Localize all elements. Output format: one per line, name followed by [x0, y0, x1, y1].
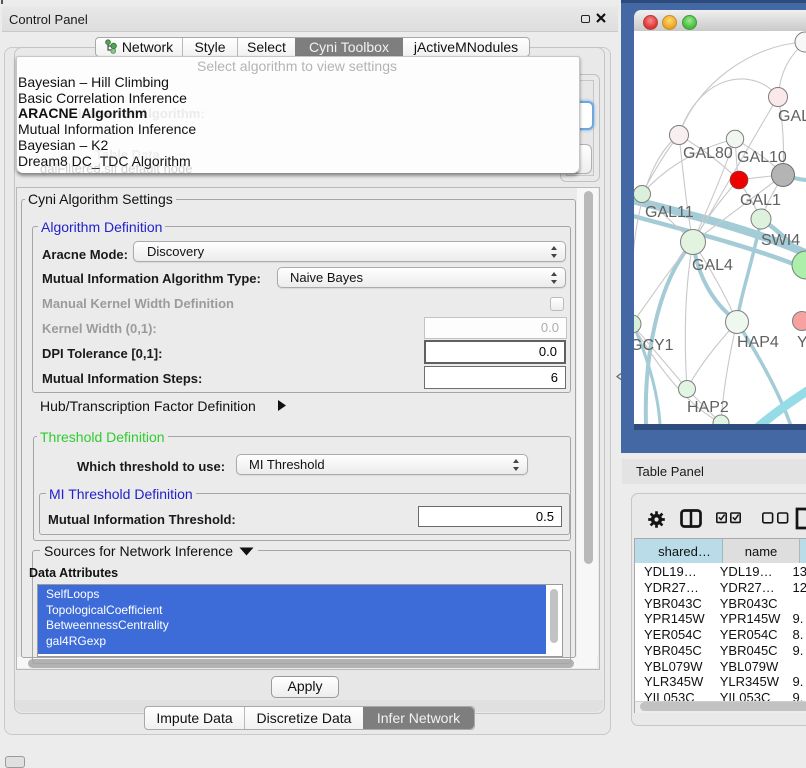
svg-text:GAL11: GAL11: [645, 204, 694, 221]
svg-text:HAP2: HAP2: [687, 399, 729, 416]
svg-text:GAL4: GAL4: [692, 257, 733, 274]
svg-text:GAL10: GAL10: [737, 149, 787, 166]
svg-text:HAP4: HAP4: [737, 334, 779, 351]
svg-text:GAL1: GAL1: [740, 192, 781, 209]
svg-text:GAL80: GAL80: [683, 145, 733, 162]
svg-text:GAL2: GAL2: [778, 108, 806, 125]
svg-text:SWI4: SWI4: [761, 232, 800, 249]
svg-text:Y: Y: [797, 334, 806, 351]
svg-text:GCY1: GCY1: [634, 337, 674, 354]
